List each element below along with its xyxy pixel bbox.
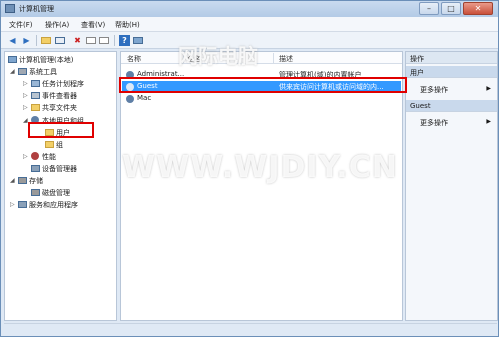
tree-item-system-tools[interactable]: 系统工具 (18, 67, 57, 78)
list-item-guest[interactable]: Guest 供来宾访问计算机或访问域的内... (122, 81, 401, 92)
tree-item-services-apps[interactable]: 服务和应用程序 (18, 200, 78, 211)
tree-label: 共享文件夹 (42, 104, 77, 112)
tree-label: 组 (56, 141, 63, 149)
minimize-button[interactable]: – (419, 2, 439, 15)
menu-action[interactable]: 操作(A) (45, 20, 69, 30)
expand-icon[interactable]: ▷ (23, 92, 28, 99)
more-actions-guest[interactable]: 更多操作 (420, 118, 448, 128)
tree-item-task-scheduler[interactable]: 任务计划程序 (31, 79, 84, 90)
column-separator[interactable] (273, 53, 274, 63)
user-name: Mac (137, 94, 152, 102)
user-list-pane[interactable]: 名称 全名 描述 Administrat... 管理计算机(域)的内置帐户 Gu… (120, 51, 403, 321)
menu-view[interactable]: 查看(V) (81, 20, 105, 30)
expand-icon[interactable]: ▷ (23, 104, 28, 111)
show-tree-icon[interactable] (55, 35, 66, 46)
user-description: 供来宾访问计算机或访问域的内... (279, 83, 384, 91)
collapse-icon[interactable]: ◢ (10, 68, 15, 75)
tree-root-label: 计算机管理(本地) (19, 56, 74, 64)
list-item-mac[interactable]: Mac (122, 93, 401, 104)
column-separator[interactable] (183, 53, 184, 63)
tree-label: 存储 (29, 177, 43, 185)
forward-arrow-icon[interactable]: ▶ (21, 35, 32, 46)
computer-management-icon (5, 4, 15, 13)
tree-label: 服务和应用程序 (29, 201, 78, 209)
actions-pane: 操作 用户 更多操作 ▶ Guest 更多操作 ▶ (405, 51, 498, 321)
list-column-header: 名称 全名 描述 (121, 52, 402, 64)
list-item-administrator[interactable]: Administrat... 管理计算机(域)的内置帐户 (122, 69, 401, 80)
menu-help[interactable]: 帮助(H) (115, 20, 140, 30)
back-arrow-icon[interactable]: ◀ (7, 35, 18, 46)
up-folder-icon[interactable] (41, 35, 52, 46)
tree-label: 本地用户和组 (42, 117, 84, 125)
actions-title: 操作 (406, 52, 497, 64)
section-label: Guest (410, 102, 431, 110)
properties-icon[interactable] (86, 35, 97, 46)
section-label: 用户 (410, 69, 424, 77)
close-button[interactable]: ✕ (463, 2, 493, 15)
navigation-tree[interactable]: 计算机管理(本地) ◢ 系统工具 ▷ 任务计划程序 ▷ 事件查看器 ▷ 共享文件… (4, 51, 117, 321)
actions-section-guest[interactable]: Guest (406, 100, 497, 112)
tree-item-storage[interactable]: 存储 (18, 176, 43, 187)
menu-file[interactable]: 文件(F) (9, 20, 33, 30)
tree-label: 设备管理器 (42, 165, 77, 173)
tree-item-users[interactable]: 用户 (45, 128, 70, 139)
collapse-icon[interactable]: ◢ (10, 177, 15, 184)
refresh-icon[interactable] (99, 35, 110, 46)
computer-management-window: 计算机管理 – □ ✕ 文件(F) 操作(A) 查看(V) 帮助(H) ◀ ▶ … (0, 0, 499, 337)
tree-label: 任务计划程序 (42, 80, 84, 88)
column-name[interactable]: 名称 (127, 54, 141, 64)
column-description[interactable]: 描述 (279, 54, 293, 64)
maximize-button[interactable]: □ (441, 2, 461, 15)
tree-item-performance[interactable]: 性能 (31, 152, 56, 163)
tree-label: 用户 (56, 129, 70, 137)
tree-label: 性能 (42, 153, 56, 161)
title-bar[interactable]: 计算机管理 – □ ✕ (1, 1, 498, 17)
menu-bar: 文件(F) 操作(A) 查看(V) 帮助(H) (1, 17, 498, 32)
expand-icon[interactable]: ▷ (23, 80, 28, 87)
toolbar: ◀ ▶ ✖ ? (1, 32, 498, 49)
actions-section-users[interactable]: 用户 (406, 66, 497, 78)
tree-item-disk-management[interactable]: 磁盘管理 (31, 188, 70, 199)
tree-label: 事件查看器 (42, 92, 77, 100)
more-actions-users[interactable]: 更多操作 (420, 85, 448, 95)
toolbar-separator (36, 35, 37, 46)
expand-icon[interactable]: ▷ (23, 153, 28, 160)
collapse-icon[interactable]: ◢ (23, 117, 28, 124)
column-fullname[interactable]: 全名 (187, 54, 201, 64)
submenu-arrow-icon[interactable]: ▶ (486, 85, 491, 92)
window-title: 计算机管理 (19, 5, 54, 13)
console-icon[interactable] (133, 35, 144, 46)
tree-item-shared-folders[interactable]: 共享文件夹 (31, 103, 77, 114)
expand-icon[interactable]: ▷ (10, 201, 15, 208)
user-description: 管理计算机(域)的内置帐户 (279, 71, 362, 79)
delete-icon[interactable]: ✖ (72, 35, 83, 46)
user-name: Guest (137, 82, 158, 90)
tree-label: 系统工具 (29, 68, 57, 76)
status-bar (4, 323, 497, 334)
submenu-arrow-icon[interactable]: ▶ (486, 118, 491, 125)
tree-item-local-users-groups[interactable]: 本地用户和组 (31, 116, 84, 127)
toolbar-separator (114, 35, 115, 46)
user-name: Administrat... (137, 70, 185, 78)
tree-item-device-manager[interactable]: 设备管理器 (31, 164, 77, 175)
tree-item-event-viewer[interactable]: 事件查看器 (31, 91, 77, 102)
help-icon[interactable]: ? (119, 35, 130, 46)
tree-item-groups[interactable]: 组 (45, 140, 63, 151)
tree-root[interactable]: 计算机管理(本地) (8, 55, 73, 66)
tree-label: 磁盘管理 (42, 189, 70, 197)
